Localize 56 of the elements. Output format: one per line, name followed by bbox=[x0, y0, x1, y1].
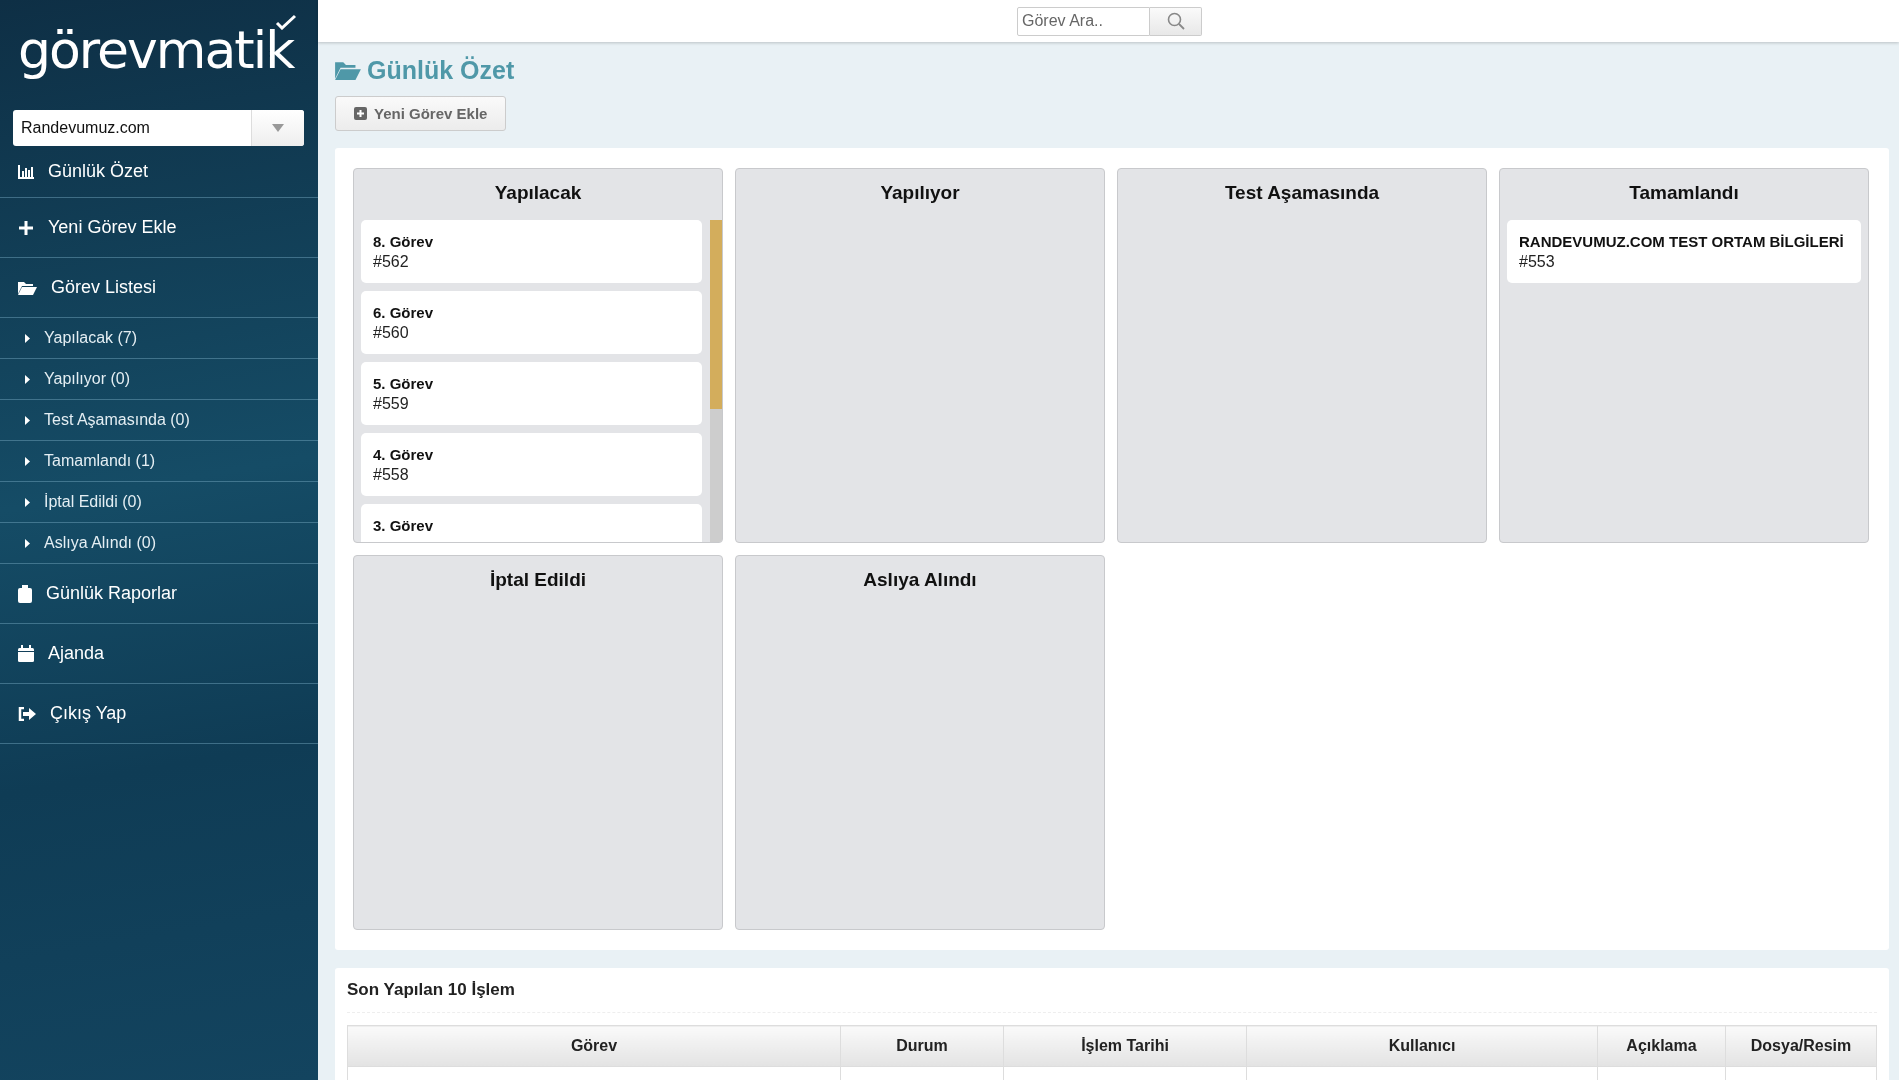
column-header[interactable]: Görev bbox=[347, 1025, 841, 1067]
page-title: Günlük Özet bbox=[367, 56, 515, 85]
sign-out-icon bbox=[18, 706, 36, 721]
plus-icon bbox=[18, 219, 34, 236]
task-title: 8. Görev bbox=[373, 232, 435, 252]
dropdown-arrow-icon bbox=[272, 124, 284, 132]
nav-item[interactable]: Ajanda bbox=[0, 624, 318, 684]
task-number: #562 bbox=[373, 252, 410, 272]
column-header[interactable]: Açıklama bbox=[1597, 1025, 1726, 1067]
task-title: 6. Görev bbox=[373, 303, 435, 323]
search-button[interactable] bbox=[1150, 6, 1202, 36]
caret-icon bbox=[25, 374, 30, 384]
caret-icon bbox=[25, 333, 30, 343]
task-card[interactable]: 8. Görev #562 bbox=[361, 220, 702, 283]
task-number: #558 bbox=[373, 465, 410, 485]
panel-title: Son Yapılan 10 İşlem bbox=[347, 980, 1877, 1013]
caret-icon bbox=[25, 456, 30, 466]
task-number: #553 bbox=[1519, 252, 1556, 272]
folder-icon bbox=[335, 61, 361, 80]
caret-icon bbox=[25, 415, 30, 425]
column-header[interactable]: Durum bbox=[840, 1025, 1004, 1067]
check-icon bbox=[275, 14, 297, 30]
calendar-icon bbox=[18, 645, 34, 662]
task-title: 5. Görev bbox=[373, 374, 435, 394]
task-title: RANDEVUMUZ.COM TEST ORTAM BİLGİLERİ bbox=[1519, 232, 1845, 252]
column-header[interactable]: İşlem Tarihi bbox=[1003, 1025, 1247, 1067]
bar-chart-icon bbox=[18, 164, 34, 179]
scrollbar-thumb[interactable] bbox=[710, 220, 722, 410]
clipboard-icon bbox=[18, 584, 32, 603]
task-card[interactable]: 4. Görev #558 bbox=[361, 433, 702, 496]
column-title: Yapılacak bbox=[493, 181, 583, 205]
scrollbar[interactable] bbox=[710, 220, 722, 542]
plus-square-icon bbox=[354, 107, 367, 120]
project-select[interactable]: Randevumuz.com bbox=[13, 110, 304, 146]
task-title: 4. Görev bbox=[373, 445, 435, 465]
task-card[interactable]: 3. Görev bbox=[361, 504, 702, 542]
column-title: Aslıya Alındı bbox=[862, 568, 978, 592]
task-card[interactable]: 5. Görev #559 bbox=[361, 362, 702, 425]
column-title: Yapılıyor bbox=[879, 181, 961, 205]
task-number: #559 bbox=[373, 394, 410, 414]
task-number: #560 bbox=[373, 323, 410, 343]
column-header[interactable]: Kullanıcı bbox=[1246, 1025, 1598, 1067]
column-title: İptal Edildi bbox=[488, 568, 588, 592]
column-title: Test Aşamasında bbox=[1223, 181, 1381, 205]
folder-icon bbox=[18, 280, 37, 295]
task-card[interactable]: RANDEVUMUZ.COM TEST ORTAM BİLGİLERİ #553 bbox=[1507, 220, 1861, 283]
task-card[interactable]: 6. Görev #560 bbox=[361, 291, 702, 354]
caret-icon bbox=[25, 497, 30, 507]
column-title: Tamamlandı bbox=[1628, 181, 1740, 205]
caret-icon bbox=[25, 538, 30, 548]
add-task-button[interactable]: Yeni Görev Ekle bbox=[335, 96, 507, 131]
search-field[interactable]: Görev Ara.. bbox=[1017, 6, 1150, 36]
search-icon bbox=[1166, 12, 1185, 30]
column-header[interactable]: Dosya/Resim bbox=[1725, 1025, 1877, 1067]
task-title: 3. Görev bbox=[373, 516, 435, 536]
nav-item[interactable]: Günlük Raporlar bbox=[0, 564, 318, 624]
